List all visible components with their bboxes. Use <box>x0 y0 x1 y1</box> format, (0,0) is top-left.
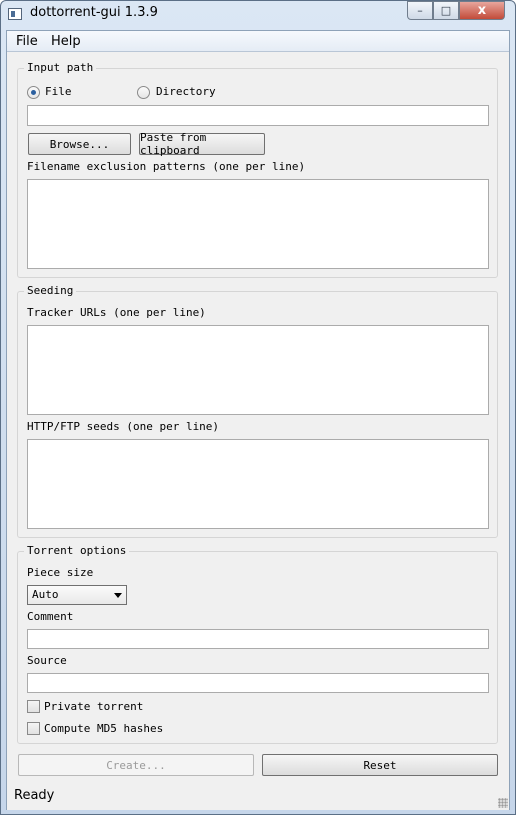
exclusion-patterns-label: Filename exclusion patterns (one per lin… <box>27 160 306 173</box>
torrent-options-title: Torrent options <box>24 544 130 557</box>
chevron-down-icon <box>114 593 122 598</box>
status-bar <box>7 786 509 810</box>
app-icon <box>8 8 22 20</box>
directory-radio-label[interactable]: Directory <box>156 85 216 98</box>
status-text: Ready <box>14 788 55 803</box>
tracker-urls-textarea[interactable] <box>27 325 489 415</box>
menu-help[interactable]: Help <box>51 34 81 49</box>
file-radio[interactable] <box>27 86 40 99</box>
piece-size-select[interactable]: Auto <box>27 585 127 605</box>
source-label: Source <box>27 654 67 667</box>
menu-file[interactable]: File <box>16 34 38 49</box>
close-button[interactable]: x <box>459 1 505 20</box>
create-button[interactable]: Create... <box>18 754 254 776</box>
piece-size-label: Piece size <box>27 566 94 579</box>
paste-from-clipboard-button[interactable]: Paste from clipboard <box>139 131 265 157</box>
http-ftp-seeds-textarea[interactable] <box>27 439 489 529</box>
comment-label: Comment <box>27 610 74 623</box>
compute-md5-label[interactable]: Compute MD5 hashes <box>44 722 163 735</box>
window-title: dottorrent-gui 1.3.9 <box>30 5 158 20</box>
http-ftp-seeds-label: HTTP/FTP seeds (one per line) <box>27 420 220 433</box>
private-torrent-checkbox[interactable] <box>27 700 40 713</box>
piece-size-value: Auto <box>32 588 59 601</box>
reset-button[interactable]: Reset <box>262 754 498 776</box>
resize-grip[interactable] <box>498 798 508 808</box>
compute-md5-checkbox[interactable] <box>27 722 40 735</box>
private-torrent-label[interactable]: Private torrent <box>44 700 143 713</box>
seeding-title: Seeding <box>24 284 77 297</box>
input-path-field[interactable] <box>27 105 489 126</box>
minimize-button[interactable]: – <box>407 1 433 20</box>
input-path-title: Input path <box>24 61 97 74</box>
browse-button[interactable]: Browse... <box>28 133 131 155</box>
comment-field[interactable] <box>27 629 489 649</box>
exclusion-patterns-textarea[interactable] <box>27 179 489 269</box>
menu-bar <box>7 31 509 52</box>
directory-radio[interactable] <box>137 86 150 99</box>
maximize-button[interactable]: □ <box>433 1 459 20</box>
tracker-urls-label: Tracker URLs (one per line) <box>27 306 206 319</box>
file-radio-label[interactable]: File <box>45 85 72 98</box>
source-field[interactable] <box>27 673 489 693</box>
